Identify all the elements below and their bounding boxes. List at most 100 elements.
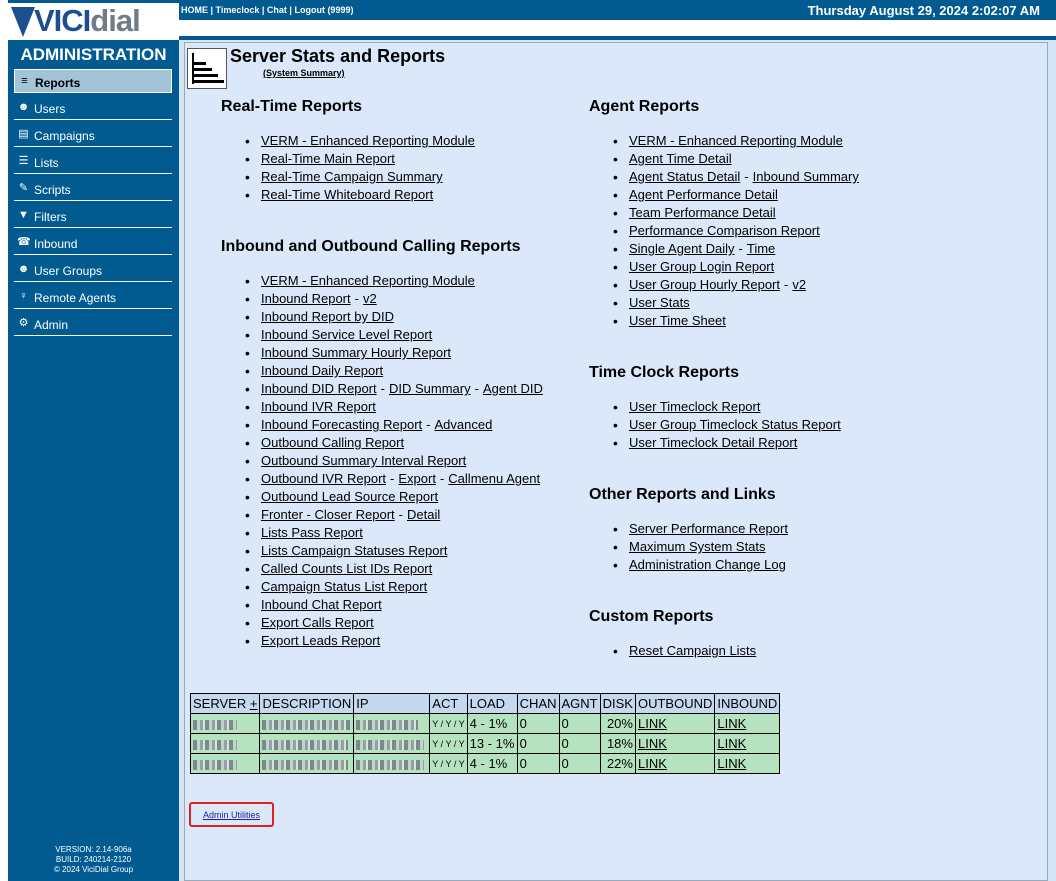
sidebar-item-inbound[interactable]: ☎ Inbound	[14, 231, 172, 255]
report-link-real-time-main-report[interactable]: Real-Time Main Report	[261, 151, 395, 166]
report-link-user-stats[interactable]: User Stats	[629, 295, 690, 310]
inbound-link[interactable]: LINK	[717, 736, 746, 751]
inbound-link[interactable]: LINK	[717, 756, 746, 771]
report-link-user-timeclock-detail-report[interactable]: User Timeclock Detail Report	[629, 435, 797, 450]
report-link-real-time-whiteboard-report[interactable]: Real-Time Whiteboard Report	[261, 187, 433, 202]
disk-cell: 22%	[599, 753, 636, 774]
sidebar-item-remote-agents[interactable]: ♀ Remote Agents	[14, 285, 172, 309]
report-link-team-performance-detail[interactable]: Team Performance Detail	[629, 205, 776, 220]
report-link-inbound-chat-report[interactable]: Inbound Chat Report	[261, 597, 382, 612]
report-link-user-time-sheet[interactable]: User Time Sheet	[629, 313, 726, 328]
report-link-user-timeclock-report[interactable]: User Timeclock Report	[629, 399, 760, 414]
report-link-inbound-report-by-did[interactable]: Inbound Report by DID	[261, 309, 394, 324]
outbound-link[interactable]: LINK	[638, 716, 667, 731]
report-link-administration-change-log[interactable]: Administration Change Log	[629, 557, 786, 572]
report-link-did-summary[interactable]: DID Summary	[389, 381, 471, 396]
report-link-reset-campaign-lists[interactable]: Reset Campaign Lists	[629, 643, 756, 658]
report-link-single-agent-daily[interactable]: Single Agent Daily	[629, 241, 735, 256]
report-link-v2[interactable]: v2	[363, 291, 377, 306]
timeclock-link[interactable]: Timeclock	[216, 5, 260, 15]
report-link-verm-enhanced-reporting-module[interactable]: VERM - Enhanced Reporting Module	[261, 273, 475, 288]
report-link-export-leads-report[interactable]: Export Leads Report	[261, 633, 380, 648]
server-name-cell[interactable]	[189, 733, 261, 754]
report-list-item: Inbound IVR Report	[245, 398, 543, 416]
report-list-item: Performance Comparison Report	[613, 222, 859, 240]
sidebar-item-reports[interactable]: ≡ Reports	[14, 69, 172, 93]
server-name-cell[interactable]	[189, 753, 261, 774]
outbound-link[interactable]: LINK	[638, 736, 667, 751]
report-link-inbound-service-level-report[interactable]: Inbound Service Level Report	[261, 327, 432, 342]
home-link[interactable]: HOME	[181, 5, 208, 15]
report-link-export-calls-report[interactable]: Export Calls Report	[261, 615, 374, 630]
report-link-lists-campaign-statuses-report[interactable]: Lists Campaign Statuses Report	[261, 543, 447, 558]
report-link-callmenu-agent[interactable]: Callmenu Agent	[448, 471, 540, 486]
report-link-advanced[interactable]: Advanced	[435, 417, 493, 432]
report-link-outbound-calling-report[interactable]: Outbound Calling Report	[261, 435, 404, 450]
report-link-verm-enhanced-reporting-module[interactable]: VERM - Enhanced Reporting Module	[629, 133, 843, 148]
sidebar-item-filters[interactable]: ▼ Filters	[14, 204, 172, 228]
outbound-cell: LINK	[634, 753, 716, 774]
remote-agents-icon: ♀	[19, 290, 28, 302]
report-link-detail[interactable]: Detail	[407, 507, 440, 522]
report-link-time[interactable]: Time	[747, 241, 775, 256]
vicidial-logo[interactable]: VICIdial	[8, 3, 179, 40]
report-link-outbound-summary-interval-report[interactable]: Outbound Summary Interval Report	[261, 453, 466, 468]
report-link-inbound-summary-hourly-report[interactable]: Inbound Summary Hourly Report	[261, 345, 451, 360]
report-list-item: Inbound Chat Report	[245, 596, 543, 614]
sidebar-item-lists[interactable]: ☰ Lists	[14, 150, 172, 174]
report-link-user-group-timeclock-status-report[interactable]: User Group Timeclock Status Report	[629, 417, 841, 432]
report-link-campaign-status-list-report[interactable]: Campaign Status List Report	[261, 579, 427, 594]
sidebar-item-users[interactable]: ☻ Users	[14, 96, 172, 120]
report-link-user-group-hourly-report[interactable]: User Group Hourly Report	[629, 277, 780, 292]
report-link-inbound-ivr-report[interactable]: Inbound IVR Report	[261, 399, 376, 414]
report-link-agent-status-detail[interactable]: Agent Status Detail	[629, 169, 740, 184]
sidebar-item-scripts[interactable]: ✎ Scripts	[14, 177, 172, 201]
report-link-maximum-system-stats[interactable]: Maximum System Stats	[629, 539, 766, 554]
report-link-v2[interactable]: v2	[792, 277, 806, 292]
report-link-lists-pass-report[interactable]: Lists Pass Report	[261, 525, 363, 540]
report-link-server-performance-report[interactable]: Server Performance Report	[629, 521, 788, 536]
administration-title: ADMINISTRATION	[20, 45, 167, 64]
agnt-cell: 0	[558, 713, 601, 734]
report-link-inbound-daily-report[interactable]: Inbound Daily Report	[261, 363, 383, 378]
report-list-item: User Time Sheet	[613, 312, 859, 330]
report-link-inbound-report[interactable]: Inbound Report	[261, 291, 351, 306]
scripts-icon: ✎	[18, 182, 29, 194]
sidebar-item-user-groups[interactable]: ☻ User Groups	[14, 258, 172, 282]
agent-reports-title: Agent Reports	[589, 98, 700, 115]
inbound-link[interactable]: LINK	[717, 716, 746, 731]
logout-link[interactable]: Logout (9999)	[294, 5, 353, 15]
report-link-fronter-closer-report[interactable]: Fronter - Closer Report	[261, 507, 395, 522]
report-list-item: Outbound Summary Interval Report	[245, 452, 543, 470]
load-column-header: LOAD	[466, 693, 518, 714]
report-link-export[interactable]: Export	[398, 471, 436, 486]
server-sort-plus[interactable]: +	[250, 696, 258, 711]
sidebar-item-label: Campaigns	[34, 129, 95, 143]
server-name-cell[interactable]	[189, 713, 261, 734]
report-list-item: Reset Campaign Lists	[613, 642, 756, 660]
sidebar-item-label: User Groups	[34, 264, 103, 278]
report-link-real-time-campaign-summary[interactable]: Real-Time Campaign Summary	[261, 169, 443, 184]
report-link-outbound-lead-source-report[interactable]: Outbound Lead Source Report	[261, 489, 438, 504]
outbound-link[interactable]: LINK	[638, 756, 667, 771]
admin-utilities-link[interactable]: Admin Utilities	[203, 810, 260, 820]
link-separator: -	[784, 277, 789, 292]
report-list-item: VERM - Enhanced Reporting Module	[245, 272, 543, 290]
report-link-inbound-summary[interactable]: Inbound Summary	[753, 169, 859, 184]
sidebar-item-campaigns[interactable]: ▤ Campaigns	[14, 123, 172, 147]
report-link-agent-time-detail[interactable]: Agent Time Detail	[629, 151, 732, 166]
report-link-inbound-forecasting-report[interactable]: Inbound Forecasting Report	[261, 417, 422, 432]
system-summary-link[interactable]: (System Summary)	[263, 68, 345, 78]
sidebar-item-admin[interactable]: ⚙ Admin	[14, 312, 172, 336]
act-cell: Y / Y / Y	[429, 733, 468, 754]
report-link-performance-comparison-report[interactable]: Performance Comparison Report	[629, 223, 820, 238]
report-link-agent-did[interactable]: Agent DID	[483, 381, 543, 396]
report-link-verm-enhanced-reporting-module[interactable]: VERM - Enhanced Reporting Module	[261, 133, 475, 148]
outbound-cell: LINK	[634, 733, 716, 754]
report-link-user-group-login-report[interactable]: User Group Login Report	[629, 259, 774, 274]
chat-link[interactable]: Chat	[267, 5, 287, 15]
report-link-outbound-ivr-report[interactable]: Outbound IVR Report	[261, 471, 386, 486]
report-link-agent-performance-detail[interactable]: Agent Performance Detail	[629, 187, 778, 202]
report-link-called-counts-list-ids-report[interactable]: Called Counts List IDs Report	[261, 561, 432, 576]
report-link-inbound-did-report[interactable]: Inbound DID Report	[261, 381, 377, 396]
